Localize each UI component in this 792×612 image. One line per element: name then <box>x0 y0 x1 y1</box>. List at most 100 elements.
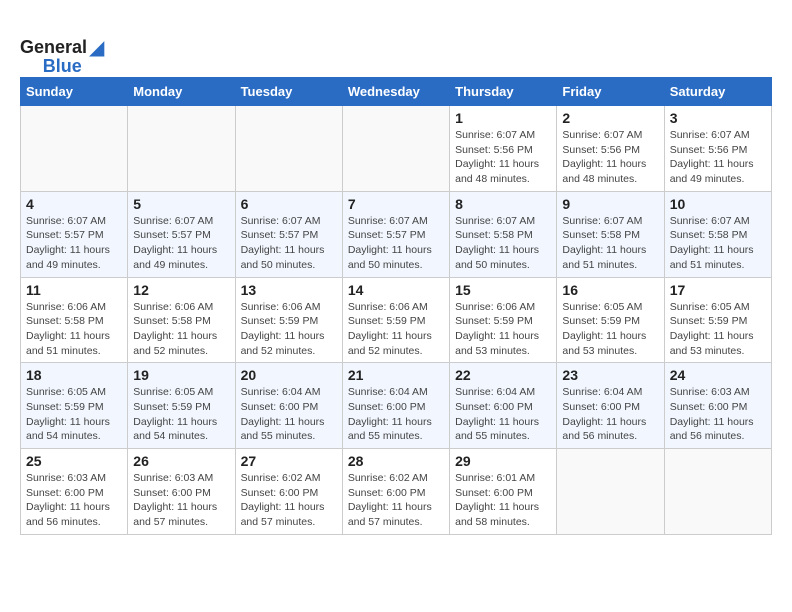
calendar-cell <box>557 449 664 535</box>
day-info: Sunrise: 6:06 AMSunset: 5:59 PMDaylight:… <box>348 300 444 359</box>
day-info: Sunrise: 6:07 AMSunset: 5:57 PMDaylight:… <box>348 214 444 273</box>
calendar-week-2: 4 Sunrise: 6:07 AMSunset: 5:57 PMDaylight… <box>21 191 772 277</box>
calendar-cell: 2 Sunrise: 6:07 AMSunset: 5:56 PMDaylight… <box>557 106 664 192</box>
day-number: 19 <box>133 367 229 383</box>
day-info: Sunrise: 6:06 AMSunset: 5:59 PMDaylight:… <box>241 300 337 359</box>
day-info: Sunrise: 6:07 AMSunset: 5:56 PMDaylight:… <box>670 128 766 187</box>
day-number: 4 <box>26 196 122 212</box>
calendar-cell <box>235 106 342 192</box>
day-info: Sunrise: 6:05 AMSunset: 5:59 PMDaylight:… <box>562 300 658 359</box>
calendar-cell: 17 Sunrise: 6:05 AMSunset: 5:59 PMDayligh… <box>664 277 771 363</box>
calendar-cell: 10 Sunrise: 6:07 AMSunset: 5:58 PMDayligh… <box>664 191 771 277</box>
day-info: Sunrise: 6:07 AMSunset: 5:56 PMDaylight:… <box>562 128 658 187</box>
calendar-cell <box>342 106 449 192</box>
day-info: Sunrise: 6:02 AMSunset: 6:00 PMDaylight:… <box>348 471 444 530</box>
day-number: 13 <box>241 282 337 298</box>
day-info: Sunrise: 6:07 AMSunset: 5:58 PMDaylight:… <box>562 214 658 273</box>
day-number: 28 <box>348 453 444 469</box>
calendar-cell: 29 Sunrise: 6:01 AMSunset: 6:00 PMDayligh… <box>450 449 557 535</box>
day-number: 1 <box>455 110 551 126</box>
calendar-cell: 11 Sunrise: 6:06 AMSunset: 5:58 PMDayligh… <box>21 277 128 363</box>
calendar-cell: 26 Sunrise: 6:03 AMSunset: 6:00 PMDayligh… <box>128 449 235 535</box>
calendar-week-4: 18 Sunrise: 6:05 AMSunset: 5:59 PMDayligh… <box>21 363 772 449</box>
calendar-cell: 5Sunrise: 6:07 AMSunset: 5:57 PMDaylight… <box>128 191 235 277</box>
day-info: Sunrise: 6:03 AMSunset: 6:00 PMDaylight:… <box>133 471 229 530</box>
col-header-saturday: Saturday <box>664 78 771 106</box>
day-number: 21 <box>348 367 444 383</box>
day-number: 27 <box>241 453 337 469</box>
calendar-cell <box>664 449 771 535</box>
logo-icon: ◢ <box>89 35 104 60</box>
day-info: Sunrise: 6:07 AMSunset: 5:58 PMDaylight:… <box>670 214 766 273</box>
calendar-cell: 19 Sunrise: 6:05 AMSunset: 5:59 PMDayligh… <box>128 363 235 449</box>
calendar-cell: 14 Sunrise: 6:06 AMSunset: 5:59 PMDayligh… <box>342 277 449 363</box>
calendar-cell: 13 Sunrise: 6:06 AMSunset: 5:59 PMDayligh… <box>235 277 342 363</box>
day-number: 29 <box>455 453 551 469</box>
day-info: Sunrise: 6:05 AMSunset: 5:59 PMDaylight:… <box>670 300 766 359</box>
day-info: Sunrise: 6:05 AMSunset: 5:59 PMDaylight:… <box>133 385 229 444</box>
day-number: 24 <box>670 367 766 383</box>
calendar-week-5: 25 Sunrise: 6:03 AMSunset: 6:00 PMDayligh… <box>21 449 772 535</box>
calendar-cell: 21 Sunrise: 6:04 AMSunset: 6:00 PMDayligh… <box>342 363 449 449</box>
calendar-cell: 22 Sunrise: 6:04 AMSunset: 6:00 PMDayligh… <box>450 363 557 449</box>
calendar-week-3: 11 Sunrise: 6:06 AMSunset: 5:58 PMDayligh… <box>21 277 772 363</box>
day-number: 7 <box>348 196 444 212</box>
day-number: 23 <box>562 367 658 383</box>
day-info: Sunrise: 6:05 AMSunset: 5:59 PMDaylight:… <box>26 385 122 444</box>
day-info: Sunrise: 6:07 AMSunset: 5:57 PMDaylight:… <box>241 214 337 273</box>
calendar-table: SundayMondayTuesdayWednesdayThursdayFrid… <box>20 77 772 535</box>
page-header: General ◢ Blue <box>20 30 772 77</box>
col-header-friday: Friday <box>557 78 664 106</box>
logo-general: General <box>20 37 87 58</box>
logo: General ◢ Blue <box>20 35 104 77</box>
col-header-sunday: Sunday <box>21 78 128 106</box>
calendar-cell: 12 Sunrise: 6:06 AMSunset: 5:58 PMDayligh… <box>128 277 235 363</box>
calendar-header-row: SundayMondayTuesdayWednesdayThursdayFrid… <box>21 78 772 106</box>
day-number: 16 <box>562 282 658 298</box>
day-number: 22 <box>455 367 551 383</box>
day-number: 26 <box>133 453 229 469</box>
day-info: Sunrise: 6:06 AMSunset: 5:58 PMDaylight:… <box>133 300 229 359</box>
day-number: 5 <box>133 196 229 212</box>
calendar-cell: 15Sunrise: 6:06 AMSunset: 5:59 PMDayligh… <box>450 277 557 363</box>
day-number: 12 <box>133 282 229 298</box>
day-info: Sunrise: 6:01 AMSunset: 6:00 PMDaylight:… <box>455 471 551 530</box>
col-header-thursday: Thursday <box>450 78 557 106</box>
calendar-cell: 24 Sunrise: 6:03 AMSunset: 6:00 PMDayligh… <box>664 363 771 449</box>
calendar-cell: 20Sunrise: 6:04 AMSunset: 6:00 PMDayligh… <box>235 363 342 449</box>
calendar-cell: 1 Sunrise: 6:07 AMSunset: 5:56 PMDaylight… <box>450 106 557 192</box>
day-info: Sunrise: 6:03 AMSunset: 6:00 PMDaylight:… <box>26 471 122 530</box>
calendar-cell: 16 Sunrise: 6:05 AMSunset: 5:59 PMDayligh… <box>557 277 664 363</box>
day-number: 14 <box>348 282 444 298</box>
day-info: Sunrise: 6:04 AMSunset: 6:00 PMDaylight:… <box>348 385 444 444</box>
day-number: 25 <box>26 453 122 469</box>
col-header-wednesday: Wednesday <box>342 78 449 106</box>
day-info: Sunrise: 6:06 AMSunset: 5:58 PMDaylight:… <box>26 300 122 359</box>
day-number: 17 <box>670 282 766 298</box>
day-number: 11 <box>26 282 122 298</box>
day-number: 10 <box>670 196 766 212</box>
calendar-cell: 4 Sunrise: 6:07 AMSunset: 5:57 PMDaylight… <box>21 191 128 277</box>
day-number: 8 <box>455 196 551 212</box>
day-number: 6 <box>241 196 337 212</box>
logo-blue: Blue <box>43 56 82 77</box>
calendar-cell: 8 Sunrise: 6:07 AMSunset: 5:58 PMDaylight… <box>450 191 557 277</box>
day-info: Sunrise: 6:04 AMSunset: 6:00 PMDaylight:… <box>562 385 658 444</box>
calendar-cell: 9 Sunrise: 6:07 AMSunset: 5:58 PMDaylight… <box>557 191 664 277</box>
day-number: 3 <box>670 110 766 126</box>
calendar-cell <box>21 106 128 192</box>
day-info: Sunrise: 6:04 AMSunset: 6:00 PMDaylight:… <box>455 385 551 444</box>
calendar-cell <box>128 106 235 192</box>
day-info: Sunrise: 6:06 AMSunset: 5:59 PMDaylight:… <box>455 300 551 359</box>
day-info: Sunrise: 6:07 AMSunset: 5:56 PMDaylight:… <box>455 128 551 187</box>
day-info: Sunrise: 6:07 AMSunset: 5:58 PMDaylight:… <box>455 214 551 273</box>
day-info: Sunrise: 6:07 AMSunset: 5:57 PMDaylight:… <box>26 214 122 273</box>
calendar-cell: 25 Sunrise: 6:03 AMSunset: 6:00 PMDayligh… <box>21 449 128 535</box>
day-number: 18 <box>26 367 122 383</box>
calendar-cell: 6 Sunrise: 6:07 AMSunset: 5:57 PMDaylight… <box>235 191 342 277</box>
day-number: 9 <box>562 196 658 212</box>
day-number: 2 <box>562 110 658 126</box>
day-info: Sunrise: 6:03 AMSunset: 6:00 PMDaylight:… <box>670 385 766 444</box>
calendar-cell: 23 Sunrise: 6:04 AMSunset: 6:00 PMDayligh… <box>557 363 664 449</box>
day-number: 20 <box>241 367 337 383</box>
